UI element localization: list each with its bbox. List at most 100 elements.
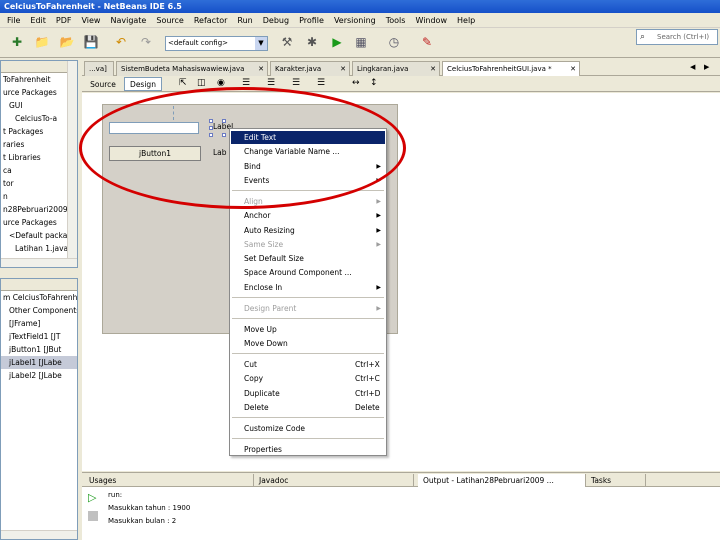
clean-build-icon[interactable]: ✱ xyxy=(303,33,321,51)
menu-item-shortcut: Delete xyxy=(355,403,380,412)
tree-item[interactable]: urce Packages xyxy=(1,216,77,229)
horizontal-scrollbar[interactable] xyxy=(1,530,77,539)
tree-item[interactable]: GUI xyxy=(1,99,77,112)
tree-item[interactable]: CelciusTo-a xyxy=(1,112,77,125)
open-project-icon[interactable]: 📂 xyxy=(58,33,76,51)
menu-view[interactable]: View xyxy=(76,16,105,25)
menu-item-cut[interactable]: Cut Ctrl+X xyxy=(231,358,385,371)
pdf-icon[interactable]: ✎ xyxy=(418,33,436,51)
source-view-button[interactable]: Source xyxy=(86,77,120,91)
menu-item-enclose-in[interactable]: Enclose In ▶ xyxy=(231,281,385,294)
stop-icon[interactable] xyxy=(88,511,98,521)
tree-item[interactable]: Latihan 1.java xyxy=(1,242,77,255)
menu-versioning[interactable]: Versioning xyxy=(329,16,381,25)
close-icon[interactable]: ✕ xyxy=(430,62,436,76)
menu-window[interactable]: Window xyxy=(410,16,452,25)
tree-item[interactable]: jButton1 [JBut xyxy=(1,343,77,356)
menu-item-duplicate[interactable]: Duplicate Ctrl+D xyxy=(231,387,385,400)
menu-item-customize-code[interactable]: Customize Code xyxy=(231,422,385,435)
editor-tab[interactable]: Karakter.java ✕ xyxy=(270,61,350,76)
tree-item[interactable]: Other Components xyxy=(1,304,77,317)
design-view-button[interactable]: Design xyxy=(124,77,162,91)
tab-javadoc[interactable]: Javadoc xyxy=(254,474,414,487)
tree-item[interactable]: tor xyxy=(1,177,77,190)
close-icon[interactable]: ✕ xyxy=(340,62,346,76)
tree-item[interactable]: t Libraries xyxy=(1,151,77,164)
menu-run[interactable]: Run xyxy=(232,16,257,25)
menu-item-anchor[interactable]: Anchor ▶ xyxy=(231,209,385,222)
search-input[interactable]: ⌕ Search (Ctrl+I) xyxy=(636,29,718,45)
menu-refactor[interactable]: Refactor xyxy=(189,16,233,25)
connection-mode-icon[interactable]: ◫ xyxy=(197,78,206,88)
align-right-icon[interactable]: ☰ xyxy=(267,78,275,88)
tree-item[interactable]: n28Pebruari2009 xyxy=(1,203,77,216)
menu-item-delete[interactable]: Delete Delete xyxy=(231,401,385,414)
tree-item[interactable]: <Default packa xyxy=(1,229,77,242)
menu-help[interactable]: Help xyxy=(452,16,480,25)
tree-item[interactable]: raries xyxy=(1,138,77,151)
tree-item[interactable]: ca xyxy=(1,164,77,177)
menu-item-copy[interactable]: Copy Ctrl+C xyxy=(231,372,385,385)
menu-item-label: Auto Resizing xyxy=(244,226,295,235)
tree-item[interactable]: jLabel1 [JLabe xyxy=(1,356,77,369)
tab-output[interactable]: Output - Latihan28Pebruari2009 ... xyxy=(418,474,586,487)
resize-vertical-icon[interactable]: ↕ xyxy=(370,78,378,88)
tab-usages[interactable]: Usages xyxy=(84,474,254,487)
close-icon[interactable]: ✕ xyxy=(570,62,576,76)
menu-item-move-up[interactable]: Move Up xyxy=(231,323,385,336)
tree-item[interactable]: t Packages xyxy=(1,125,77,138)
redo-icon[interactable]: ↷ xyxy=(137,33,155,51)
config-select[interactable]: <default config> ▼ xyxy=(165,36,268,51)
menu-tools[interactable]: Tools xyxy=(381,16,411,25)
menu-item-properties[interactable]: Properties xyxy=(231,443,385,456)
save-all-icon[interactable]: 💾 xyxy=(82,33,100,51)
align-center-icon[interactable]: ☰ xyxy=(292,78,300,88)
tab-scroll-left-icon[interactable]: ◀ xyxy=(690,63,695,71)
menu-item-space-around-component[interactable]: Space Around Component ... xyxy=(231,266,385,279)
editor-tab[interactable]: SistemBudeta Mahasiswawiew.java ✕ xyxy=(116,61,268,76)
run-icon[interactable]: ▶ xyxy=(328,33,346,51)
editor-tab-active[interactable]: CelciusToFahrenheitGUI.java * ✕ xyxy=(442,61,580,76)
tab-tasks[interactable]: Tasks xyxy=(586,474,646,487)
title-bar: CelciusToFahrenheit - NetBeans IDE 6.5 xyxy=(0,0,720,13)
menu-item-same-size: Same Size ▶ xyxy=(231,238,385,251)
new-file-icon[interactable]: ✚ xyxy=(8,33,26,51)
tree-item[interactable]: jLabel2 [JLabe xyxy=(1,369,77,382)
menu-file[interactable]: File xyxy=(2,16,25,25)
menu-profile[interactable]: Profile xyxy=(294,16,329,25)
new-project-icon[interactable]: 📁 xyxy=(33,33,51,51)
output-line: run: xyxy=(108,491,123,499)
menu-navigate[interactable]: Navigate xyxy=(105,16,151,25)
rerun-icon[interactable]: ▷ xyxy=(88,491,96,504)
menu-item-label: Move Down xyxy=(244,339,288,348)
tree-item[interactable]: jTextField1 [JT xyxy=(1,330,77,343)
editor-tab[interactable]: Lingkaran.java ✕ xyxy=(352,61,440,76)
editor-tab-label: Lingkaran.java xyxy=(357,65,409,73)
debug-icon[interactable]: ▦ xyxy=(352,33,370,51)
align-top-icon[interactable]: ☰ xyxy=(317,78,325,88)
build-hammer-icon[interactable]: ⚒ xyxy=(278,33,296,51)
editor-tab[interactable]: ...va] xyxy=(84,61,114,76)
menu-source[interactable]: Source xyxy=(151,16,188,25)
menu-pdf[interactable]: PDF xyxy=(51,16,77,25)
horizontal-scrollbar[interactable] xyxy=(1,258,77,267)
tree-item[interactable]: m CelciusToFahrenh xyxy=(1,291,77,304)
resize-horizontal-icon[interactable]: ↔ xyxy=(352,78,360,88)
menu-item-set-default-size[interactable]: Set Default Size xyxy=(231,252,385,265)
menu-item-move-down[interactable]: Move Down xyxy=(231,337,385,350)
close-icon[interactable]: ✕ xyxy=(258,62,264,76)
menu-edit[interactable]: Edit xyxy=(25,16,51,25)
profile-clock-icon[interactable]: ◷ xyxy=(385,33,403,51)
menu-debug[interactable]: Debug xyxy=(258,16,294,25)
tab-scroll-right-icon[interactable]: ▶ xyxy=(704,63,709,71)
tree-item[interactable]: ToFahrenheit xyxy=(1,73,77,86)
editor-tab-label: Karakter.java xyxy=(275,65,322,73)
menu-item-auto-resizing[interactable]: Auto Resizing ▶ xyxy=(231,224,385,237)
selection-mode-icon[interactable]: ⇱ xyxy=(179,78,187,88)
vertical-scrollbar[interactable] xyxy=(67,61,77,267)
undo-icon[interactable]: ↶ xyxy=(112,33,130,51)
tree-item[interactable]: urce Packages xyxy=(1,86,77,99)
inspector-panel-header xyxy=(1,279,77,291)
tree-item[interactable]: [JFrame] xyxy=(1,317,77,330)
tree-item[interactable]: n xyxy=(1,190,77,203)
